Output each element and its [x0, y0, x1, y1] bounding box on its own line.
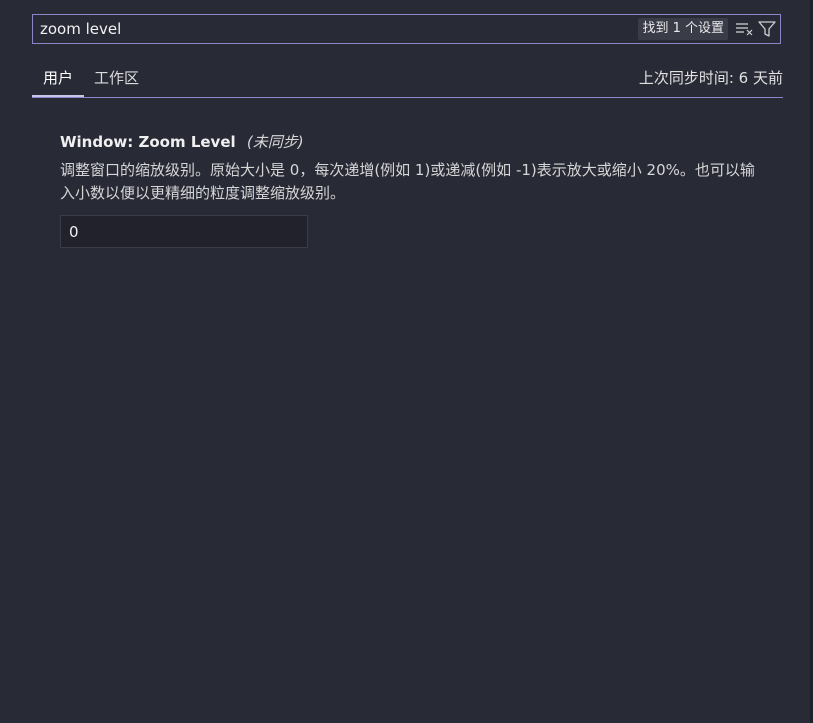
settings-search-input[interactable]: [33, 15, 639, 43]
clear-filter-icon[interactable]: [734, 18, 754, 40]
search-result-count: 找到 1 个设置: [638, 18, 728, 40]
setting-description: 调整窗口的缩放级别。原始大小是 0，每次递增(例如 1)或递减(例如 -1)表示…: [60, 161, 755, 202]
tab-workspace[interactable]: 工作区: [94, 60, 139, 97]
tab-user[interactable]: 用户: [32, 60, 84, 97]
settings-scope-tabs: 用户 工作区 上次同步时间: 6 天前: [32, 60, 783, 98]
sync-status: 上次同步时间: 6 天前: [638, 69, 783, 87]
filter-icon[interactable]: [757, 18, 777, 40]
setting-title: Window: Zoom Level: [60, 133, 236, 151]
settings-search-box[interactable]: 找到 1 个设置: [32, 14, 781, 44]
setting-item-zoom-level: Window: Zoom Level (未同步) 调整窗口的缩放级别。原始大小是…: [60, 128, 765, 248]
zoom-level-input[interactable]: [60, 215, 308, 248]
setting-sync-note: (未同步): [246, 133, 304, 151]
setting-title-row: Window: Zoom Level (未同步): [60, 128, 765, 156]
